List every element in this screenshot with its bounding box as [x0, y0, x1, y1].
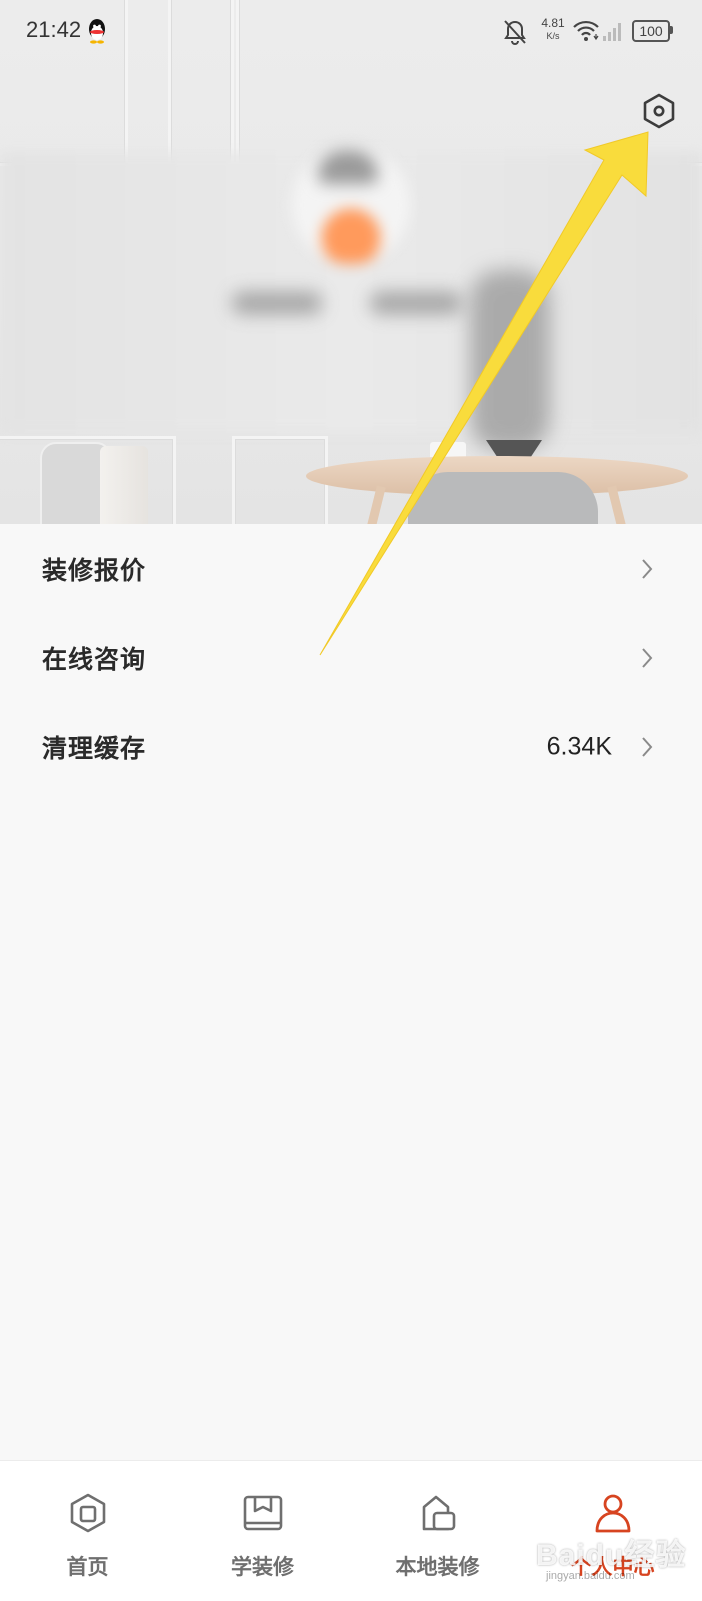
chair-image — [408, 472, 598, 524]
nav-tab-label: 首页 — [66, 1555, 109, 1579]
table-leg — [607, 485, 626, 524]
network-speed-value: 4.81 — [541, 16, 565, 30]
nav-tab-label: 本地装修 — [395, 1555, 480, 1579]
avatar-hair — [318, 150, 378, 184]
book-icon — [243, 1495, 282, 1531]
nav-tab-label: 学装修 — [231, 1555, 294, 1579]
wifi-icon — [573, 20, 599, 41]
nav-tab-local[interactable]: 本地装修 — [350, 1461, 525, 1601]
local-icon — [422, 1495, 455, 1531]
bottom-navigation: 首页 学装修 本地装修 个人中心 — [0, 1460, 702, 1601]
menu-item-quote[interactable]: 装修报价 — [0, 524, 702, 613]
menu-item-label: 在线咨询 — [42, 644, 147, 674]
status-time: 21:42 — [26, 17, 82, 42]
user-info — [370, 292, 462, 314]
battery-level: 100 — [632, 20, 670, 42]
menu-item-clear-cache[interactable]: 清理缓存 6.34K — [0, 702, 702, 791]
nav-tab-home[interactable]: 首页 — [0, 1461, 175, 1601]
battery-icon: 100 — [632, 20, 673, 42]
menu-item-label: 装修报价 — [42, 555, 147, 585]
chevron-right-icon — [642, 647, 653, 668]
battery-tip — [670, 26, 673, 34]
blurred-lamp-shadow — [470, 270, 550, 450]
chevron-right-icon — [642, 736, 653, 757]
nav-tab-label: 个人中心 — [570, 1555, 655, 1579]
network-speed: 4.81 K/s — [536, 17, 570, 41]
home-icon — [70, 1493, 105, 1533]
qq-icon — [89, 19, 105, 44]
menu-item-label: 清理缓存 — [42, 733, 147, 763]
network-speed-unit: K/s — [546, 31, 560, 41]
table-leg — [367, 485, 386, 524]
status-bar: 21:42 4.81 K/s 100 — [0, 0, 702, 64]
chevron-right-icon — [642, 558, 653, 579]
person-icon — [595, 1494, 630, 1533]
towel-image — [100, 446, 148, 524]
menu-item-consult[interactable]: 在线咨询 — [0, 613, 702, 702]
settings-menu: 装修报价 在线咨询 清理缓存 6.34K — [0, 524, 702, 791]
bell-off-icon — [504, 20, 526, 45]
cache-size: 6.34K — [546, 732, 612, 760]
signal-icon — [603, 23, 621, 41]
nav-tab-learn[interactable]: 学装修 — [175, 1461, 350, 1601]
user-name — [232, 292, 322, 314]
nav-tab-profile[interactable]: 个人中心 — [525, 1461, 700, 1601]
settings-gear-icon[interactable] — [640, 92, 678, 130]
